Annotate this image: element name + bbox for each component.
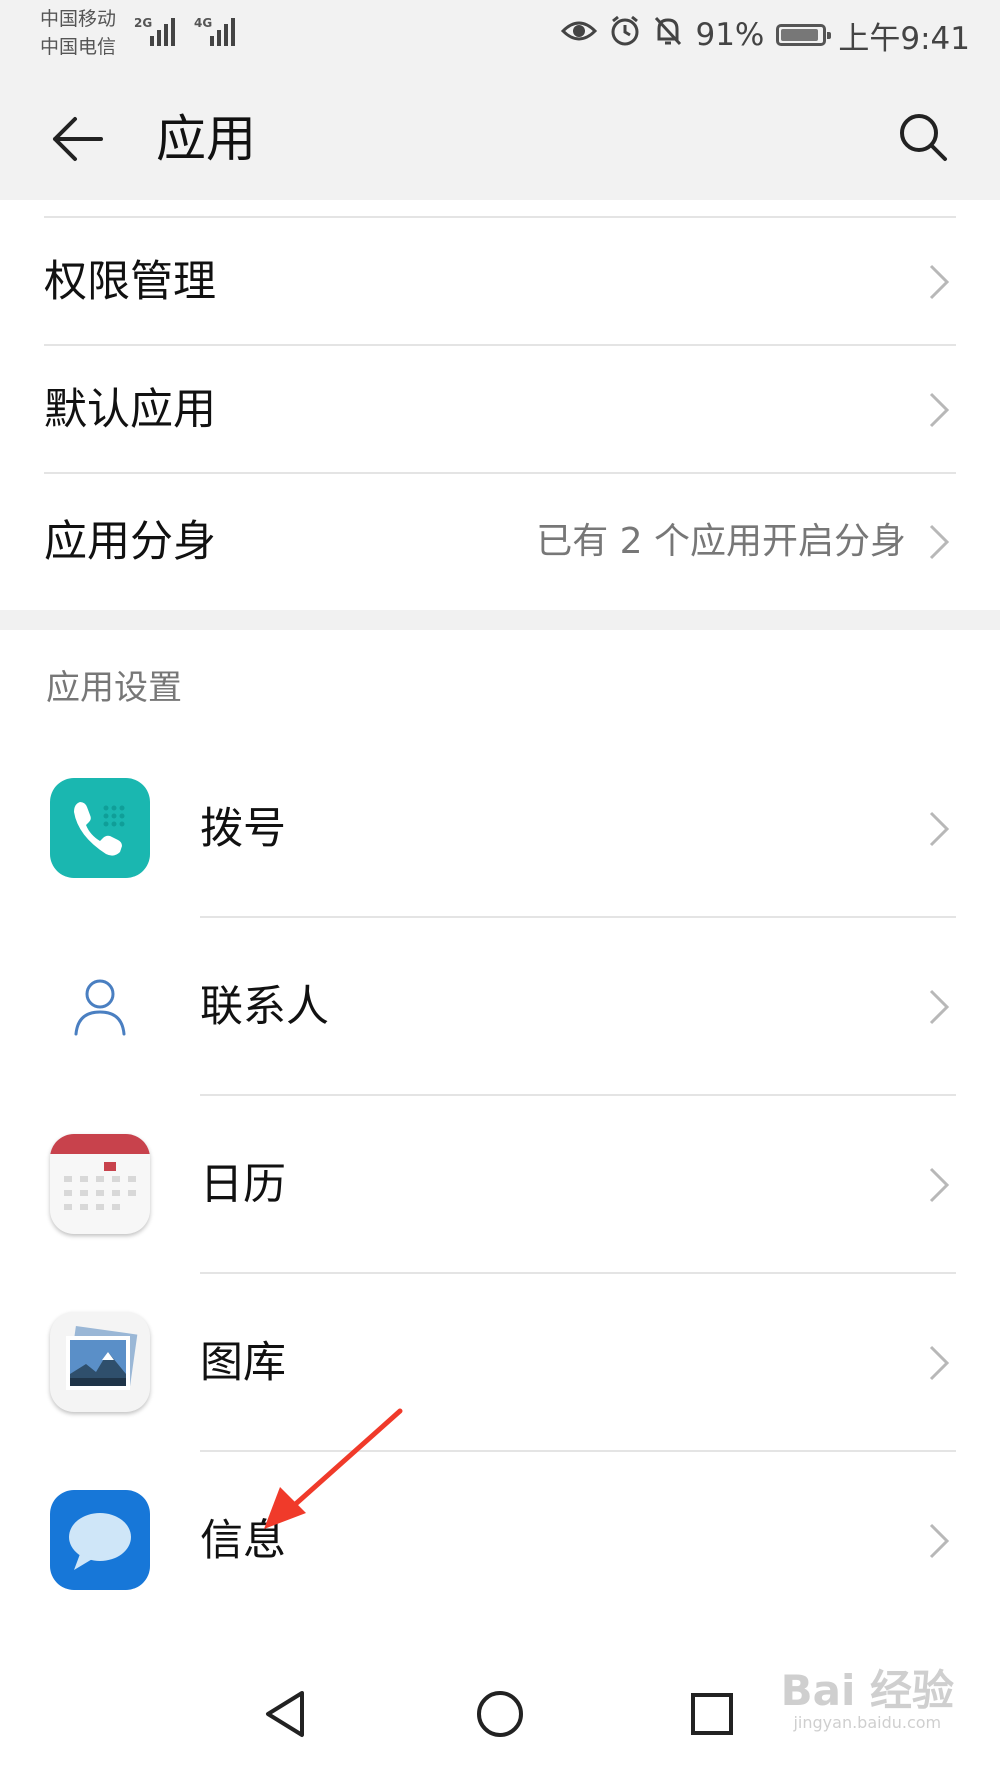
app-label: 联系人 — [200, 982, 329, 1032]
title-bar: 应用 — [0, 76, 1000, 200]
back-triangle-icon — [266, 1691, 304, 1737]
chevron-right-icon — [929, 524, 950, 560]
notification-off-icon — [653, 15, 683, 55]
chevron-right-icon — [929, 264, 950, 300]
app-label: 日历 — [200, 1160, 286, 1210]
row-label: 默认应用 — [44, 385, 216, 435]
chevron-right-icon — [929, 1345, 950, 1381]
search-icon — [900, 114, 947, 161]
calendar-icon — [50, 1134, 150, 1234]
eye-comfort-icon — [561, 17, 598, 53]
row-label: 应用分身 — [44, 517, 216, 567]
watermark: Bai 经验 jingyan.baidu.com — [781, 1668, 954, 1732]
battery-icon — [776, 24, 832, 46]
alarm-icon — [609, 15, 641, 55]
search-button[interactable] — [890, 104, 956, 170]
row-value: 已有 2 个应用开启分身 — [536, 521, 906, 562]
settings-row-permissions[interactable]: 权限管理 — [44, 218, 956, 346]
status-bar: 中国移动 中国电信 2G 4G 91% 上午9:41 — [0, 0, 1000, 76]
carrier-2: 中国电信 — [40, 36, 117, 58]
chevron-right-icon — [929, 989, 950, 1025]
app-label: 图库 — [200, 1338, 286, 1388]
app-row-messages[interactable]: 信息 — [0, 1452, 1000, 1630]
watermark-brand: Bai 经验 — [780, 1666, 954, 1715]
watermark-url: jingyan.baidu.com — [793, 1713, 942, 1732]
nav-back-button[interactable] — [245, 1674, 325, 1754]
section-header: 应用设置 — [46, 668, 182, 708]
app-row-calendar[interactable]: 日历 — [0, 1096, 1000, 1274]
page-title: 应用 — [156, 110, 256, 168]
status-icons: 91% 上午9:41 — [561, 14, 970, 57]
chevron-right-icon — [929, 1167, 950, 1203]
clock: 上午9:41 — [838, 20, 970, 57]
signal-icon — [210, 14, 235, 46]
message-icon — [50, 1490, 150, 1590]
back-button[interactable] — [44, 106, 110, 172]
battery-level-fill — [781, 29, 818, 41]
contact-icon — [50, 956, 150, 1056]
app-row-gallery[interactable]: 图库 — [0, 1274, 1000, 1452]
nav-recents-button[interactable] — [672, 1674, 752, 1754]
chevron-right-icon — [929, 392, 950, 428]
app-row-dialer[interactable]: 拨号 — [0, 740, 1000, 918]
settings-row-default-apps[interactable]: 默认应用 — [44, 346, 956, 474]
settings-row-app-twin[interactable]: 应用分身 已有 2 个应用开启分身 — [44, 474, 956, 610]
arrow-left-icon — [53, 117, 103, 161]
phone-icon — [50, 778, 150, 878]
app-row-contacts[interactable]: 联系人 — [0, 918, 1000, 1096]
row-label: 权限管理 — [44, 257, 216, 307]
section-divider — [0, 610, 1000, 630]
gallery-icon — [50, 1312, 150, 1412]
recents-square-icon — [691, 1693, 733, 1735]
home-circle-icon — [477, 1691, 523, 1737]
nav-home-button[interactable] — [460, 1674, 540, 1754]
annotation-arrow — [264, 1408, 403, 1529]
battery-percent: 91% — [695, 17, 765, 53]
chevron-right-icon — [929, 1523, 950, 1559]
signal-icon — [150, 14, 175, 46]
carrier-1: 中国移动 — [40, 8, 117, 30]
app-label: 拨号 — [200, 804, 286, 854]
chevron-right-icon — [929, 811, 950, 847]
